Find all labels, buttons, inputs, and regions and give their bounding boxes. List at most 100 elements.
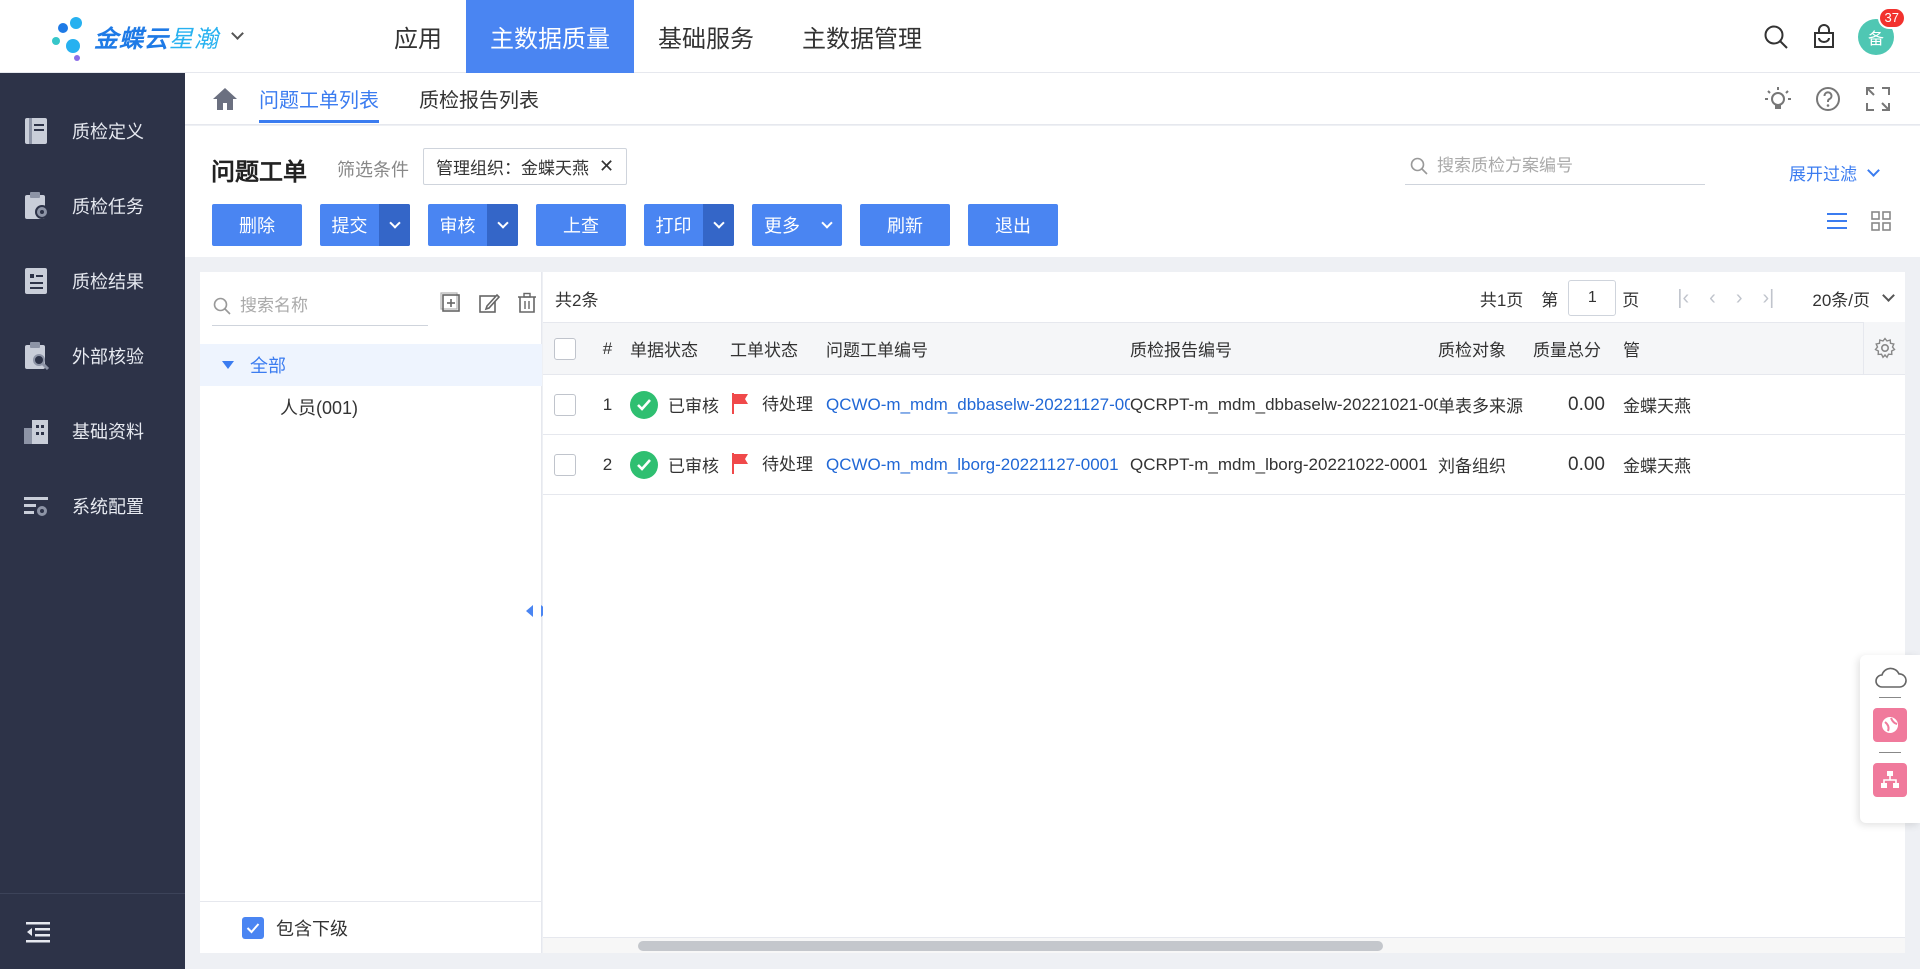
caret-down-icon[interactable] — [222, 361, 234, 369]
add-icon[interactable] — [440, 292, 462, 314]
search-icon[interactable] — [1762, 23, 1790, 51]
chevron-down-icon — [1882, 289, 1895, 302]
avatar[interactable]: 备 37 — [1858, 6, 1906, 55]
report-no-cell: QCRPT-m_mdm_dbbaselw-20221021-0001 — [1130, 374, 1438, 435]
checkbox-checked-icon[interactable] — [242, 916, 264, 939]
sidebar-item-label: 质检结果 — [72, 271, 144, 292]
help-icon[interactable] — [1814, 85, 1842, 113]
globe-app-icon[interactable] — [1873, 708, 1907, 742]
select-all-cell — [543, 322, 585, 375]
page-number-input[interactable]: 1 — [1568, 280, 1617, 316]
sidebar-item-label: 基础资料 — [72, 421, 144, 442]
home-icon[interactable] — [211, 86, 239, 112]
brand-logo-icon — [52, 13, 88, 61]
sidebar-item-label: 系统配置 — [72, 496, 144, 517]
delete-button[interactable]: 删除 — [212, 204, 302, 246]
audit-dropdown-toggle[interactable] — [487, 204, 518, 246]
col-header-total-score[interactable]: 质量总分 — [1533, 322, 1623, 375]
fullscreen-icon[interactable] — [1864, 85, 1892, 113]
refresh-button[interactable]: 刷新 — [860, 204, 950, 246]
cloud-icon[interactable] — [1873, 665, 1907, 691]
include-sub-checkbox[interactable]: 包含下级 — [200, 901, 542, 953]
tree-node-personnel[interactable]: 人员(001) — [280, 394, 358, 420]
total-score-cell: 0.00 — [1533, 434, 1623, 495]
select-all-checkbox[interactable] — [554, 337, 576, 360]
tab-issue-order-list[interactable]: 问题工单列表 — [259, 73, 379, 125]
filter-chip-label: 管理组织：金蝶天燕 — [436, 159, 589, 178]
page-size-select[interactable]: 20条/页 — [1812, 286, 1895, 311]
col-header-qc-object[interactable]: 质检对象 — [1438, 322, 1533, 375]
scrollbar-thumb[interactable] — [638, 941, 1383, 951]
topnav-basic-service[interactable]: 基础服务 — [634, 0, 778, 73]
trash-icon[interactable] — [516, 292, 538, 314]
col-header-order-status[interactable]: 工单状态 — [730, 322, 826, 375]
row-checkbox[interactable] — [554, 393, 576, 416]
sidebar-collapse[interactable] — [0, 893, 185, 969]
sidebar-item-system-config[interactable]: 系统配置 — [0, 468, 185, 543]
brand-switcher[interactable]: 金蝶云星瀚 — [0, 0, 370, 73]
list-view-icon[interactable] — [1826, 210, 1848, 232]
search-input[interactable] — [1437, 156, 1687, 176]
grid-table: # 单据状态 工单状态 问题工单编号 质检报告编号 质检对象 质量总分 管 1 … — [543, 322, 1905, 495]
expand-filter-link[interactable]: 展开过滤 — [1789, 160, 1880, 185]
tab-qc-report-list[interactable]: 质检报告列表 — [419, 73, 539, 125]
row-checkbox[interactable] — [554, 453, 576, 476]
col-header-index[interactable]: # — [585, 322, 630, 375]
print-button[interactable]: 打印 — [644, 204, 734, 246]
chevron-down-icon — [231, 26, 244, 40]
next-page-icon[interactable]: › — [1736, 287, 1743, 310]
bill-status-cell: 已审核 — [630, 434, 730, 495]
sidebar-item-qc-definition[interactable]: 质检定义 — [0, 93, 185, 168]
prev-page-icon[interactable]: ‹ — [1709, 287, 1716, 310]
topnav-mdq[interactable]: 主数据质量 — [466, 0, 634, 73]
qc-plan-search[interactable] — [1405, 148, 1705, 185]
col-header-report-no[interactable]: 质检报告编号 — [1130, 322, 1438, 375]
query-up-button[interactable]: 上查 — [536, 204, 626, 246]
close-icon[interactable]: ✕ — [599, 156, 614, 177]
audit-button[interactable]: 审核 — [428, 204, 518, 246]
record-count: 共2条 — [555, 291, 599, 310]
topnav-app[interactable]: 应用 — [370, 0, 466, 73]
page-count: 共1页 — [1479, 290, 1524, 310]
shopping-bag-icon[interactable] — [1810, 23, 1838, 51]
building-icon — [24, 419, 48, 444]
org-cell: 金蝶天燕 — [1623, 434, 1905, 495]
topnav-mdm[interactable]: 主数据管理 — [778, 0, 946, 73]
col-header-bill-status[interactable]: 单据状态 — [630, 322, 730, 375]
chevron-down-icon — [712, 217, 725, 229]
first-page-icon[interactable]: |‹ — [1677, 287, 1689, 310]
org-chart-icon[interactable] — [1873, 763, 1907, 797]
submit-button[interactable]: 提交 — [320, 204, 410, 246]
col-header-order-no[interactable]: 问题工单编号 — [826, 322, 1130, 375]
order-status-cell: 待处理 — [730, 374, 826, 435]
grid-view-icon[interactable] — [1870, 210, 1892, 232]
top-nav: 应用 主数据质量 基础服务 主数据管理 — [370, 0, 946, 73]
tree-search-input[interactable] — [240, 295, 420, 316]
order-no-link[interactable]: QCWO-m_mdm_dbbaselw-20221127-0002 — [826, 374, 1130, 435]
sidebar-item-qc-result[interactable]: 质检结果 — [0, 243, 185, 318]
table-row[interactable]: 1 已审核 待处理 QCWO-m_mdm_dbbaselw-20221127-0… — [543, 374, 1905, 435]
exit-button[interactable]: 退出 — [968, 204, 1058, 246]
horizontal-scrollbar[interactable] — [543, 937, 1905, 953]
sidebar-item-external-check[interactable]: 外部核验 — [0, 318, 185, 393]
lightbulb-icon[interactable] — [1764, 85, 1792, 113]
submit-dropdown-toggle[interactable] — [379, 204, 410, 246]
table-row[interactable]: 2 已审核 待处理 QCWO-m_mdm_lborg-20221127-0001… — [543, 434, 1905, 495]
caret-left-icon[interactable] — [524, 604, 534, 618]
order-no-link[interactable]: QCWO-m_mdm_lborg-20221127-0001 — [826, 434, 1130, 495]
print-dropdown-toggle[interactable] — [703, 204, 734, 246]
tree-node-all[interactable]: 全部 — [200, 344, 542, 386]
sidebar: 质检定义 质检任务 质检结果 外部核验 基础资料 系统配置 — [0, 73, 185, 969]
sidebar-item-qc-task[interactable]: 质检任务 — [0, 168, 185, 243]
tree-search[interactable] — [212, 286, 428, 326]
sidebar-item-basic-data[interactable]: 基础资料 — [0, 393, 185, 468]
column-settings-button[interactable] — [1863, 322, 1905, 374]
filter-chip[interactable]: 管理组织：金蝶天燕 ✕ — [423, 148, 628, 185]
clipboard-gear-icon — [25, 191, 49, 219]
more-button[interactable]: 更多 — [752, 204, 842, 246]
clipboard-search-icon — [25, 341, 50, 370]
search-icon — [213, 297, 231, 315]
last-page-icon[interactable]: ›| — [1763, 287, 1775, 310]
edit-icon[interactable] — [478, 292, 500, 314]
gear-icon — [1873, 337, 1896, 359]
